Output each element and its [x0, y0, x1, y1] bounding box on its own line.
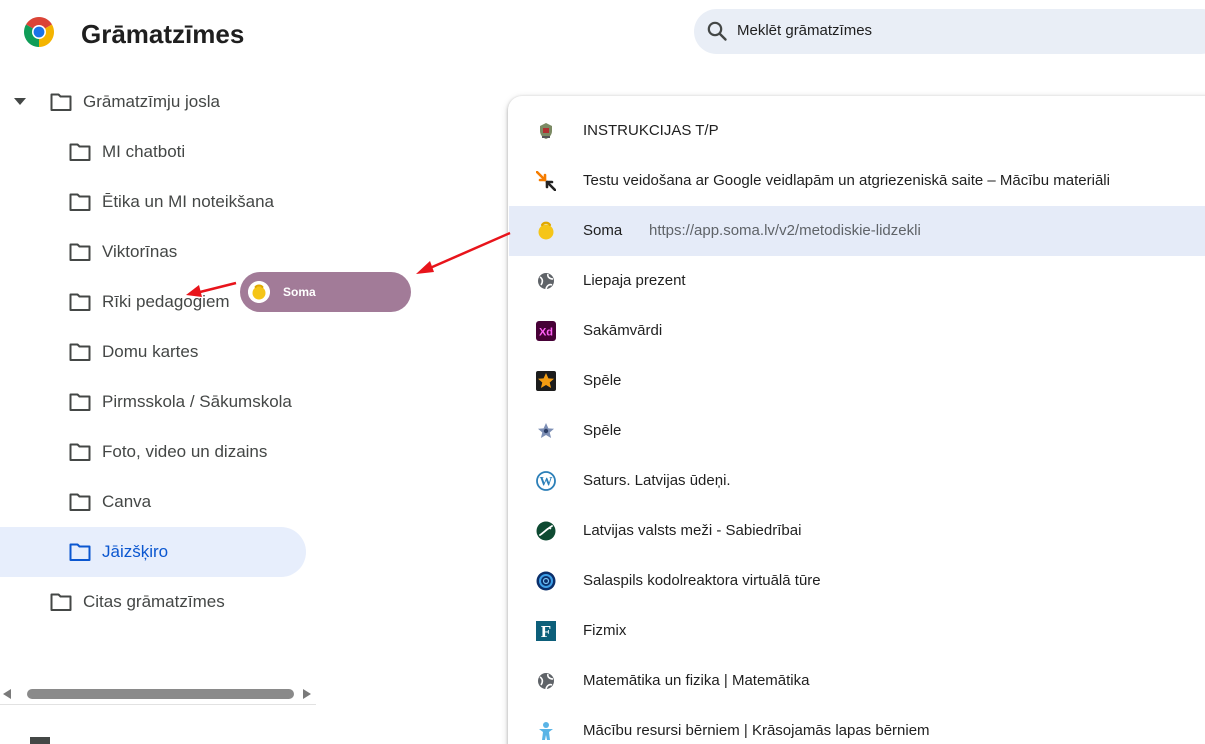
tree-item-bookmarks-bar[interactable]: Grāmatzīmju josla [83, 91, 220, 113]
bookmark-title[interactable]: INSTRUKCIJAS T/P [583, 122, 719, 140]
tree-item-folder[interactable]: Canva [102, 491, 151, 513]
svg-text:W: W [540, 474, 553, 489]
bookmark-list-panel [508, 96, 1205, 744]
folder-icon [69, 143, 91, 161]
bookmark-title[interactable]: Sakāmvārdi [583, 322, 662, 340]
fizmix-logo-icon: F [536, 621, 556, 641]
bookmark-title[interactable]: Matemātika un fizika | Matemātika [583, 672, 809, 690]
star-blue-icon [538, 423, 554, 438]
tree-item-folder[interactable]: Foto, video un dizains [102, 441, 267, 463]
search-icon [707, 21, 727, 41]
tree-item-folder[interactable]: MI chatboti [102, 141, 185, 163]
divider [0, 704, 316, 705]
folder-icon [69, 393, 91, 411]
folder-icon [50, 93, 72, 111]
scroll-right-arrow-icon[interactable] [303, 689, 311, 699]
bookmark-title[interactable]: Mācību resursi bērniem | Krāsojamās lapa… [583, 722, 930, 740]
globe-icon [538, 273, 554, 290]
bookmark-title[interactable]: Soma [583, 222, 622, 240]
child-figure-icon [539, 722, 553, 740]
bookmark-title[interactable]: Salaspils kodolreaktora virtuālā tūre [583, 572, 821, 590]
svg-text:Xd: Xd [539, 327, 553, 339]
bookmark-title[interactable]: Spēle [583, 422, 621, 440]
horizontal-scrollbar-thumb[interactable] [27, 689, 294, 699]
school-crest-icon [540, 123, 552, 139]
tree-item-folder[interactable]: Ētika un MI noteikšana [102, 191, 274, 213]
bookmark-title[interactable]: Testu veidošana ar Google veidlapām un a… [583, 172, 1110, 190]
lvm-leaf-icon [536, 521, 556, 541]
chrome-logo-icon [24, 17, 54, 47]
folder-icon [69, 443, 91, 461]
soma-logo-icon [538, 221, 554, 240]
expand-arrow-icon[interactable] [14, 98, 26, 106]
annotation-arrow-line [429, 231, 511, 270]
bookmark-title[interactable]: Fizmix [583, 622, 626, 640]
folder-icon [69, 193, 91, 211]
tree-item-folder[interactable]: Domu kartes [102, 341, 198, 363]
star-orange-icon [536, 371, 556, 391]
tree-item-folder[interactable]: Pirmsskola / Sākumskola [102, 391, 292, 413]
folder-icon [69, 243, 91, 261]
search-input-placeholder[interactable]: Meklēt grāmatzīmes [737, 22, 872, 40]
tree-item-folder-selected[interactable]: Jāizšķiro [102, 541, 168, 563]
folder-icon [69, 343, 91, 361]
bookmark-title[interactable]: Latvijas valsts meži - Sabiedrībai [583, 522, 801, 540]
annotation-arrowhead [416, 261, 434, 274]
tree-item-other-bookmarks[interactable]: Citas grāmatzīmes [83, 591, 225, 613]
svg-text:F: F [541, 622, 551, 641]
bookmark-title[interactable]: Saturs. Latvijas ūdeņi. [583, 472, 731, 490]
bookmark-url: https://app.soma.lv/v2/metodiskie-lidzek… [649, 222, 921, 239]
tree-item-folder[interactable]: Rīki pedagogiem [102, 291, 230, 313]
folder-icon [69, 293, 91, 311]
wordpress-icon: W [536, 471, 556, 491]
arrows-logo-icon [536, 171, 556, 191]
organize-icon[interactable] [30, 737, 50, 744]
tree-item-folder[interactable]: Viktorīnas [102, 241, 177, 263]
bookmark-title[interactable]: Spēle [583, 372, 621, 390]
folder-icon [69, 493, 91, 511]
adobe-xd-icon: Xd [536, 321, 556, 341]
folder-icon [50, 593, 72, 611]
globe-icon [538, 673, 554, 690]
scroll-left-arrow-icon[interactable] [3, 689, 11, 699]
folder-icon [69, 543, 91, 561]
soma-logo-icon [248, 281, 270, 303]
dragged-bookmark-label: Soma [283, 285, 316, 299]
reactor-logo-icon [536, 571, 556, 591]
page-title: Grāmatzīmes [81, 19, 245, 49]
bookmark-title[interactable]: Liepaja prezent [583, 272, 686, 290]
